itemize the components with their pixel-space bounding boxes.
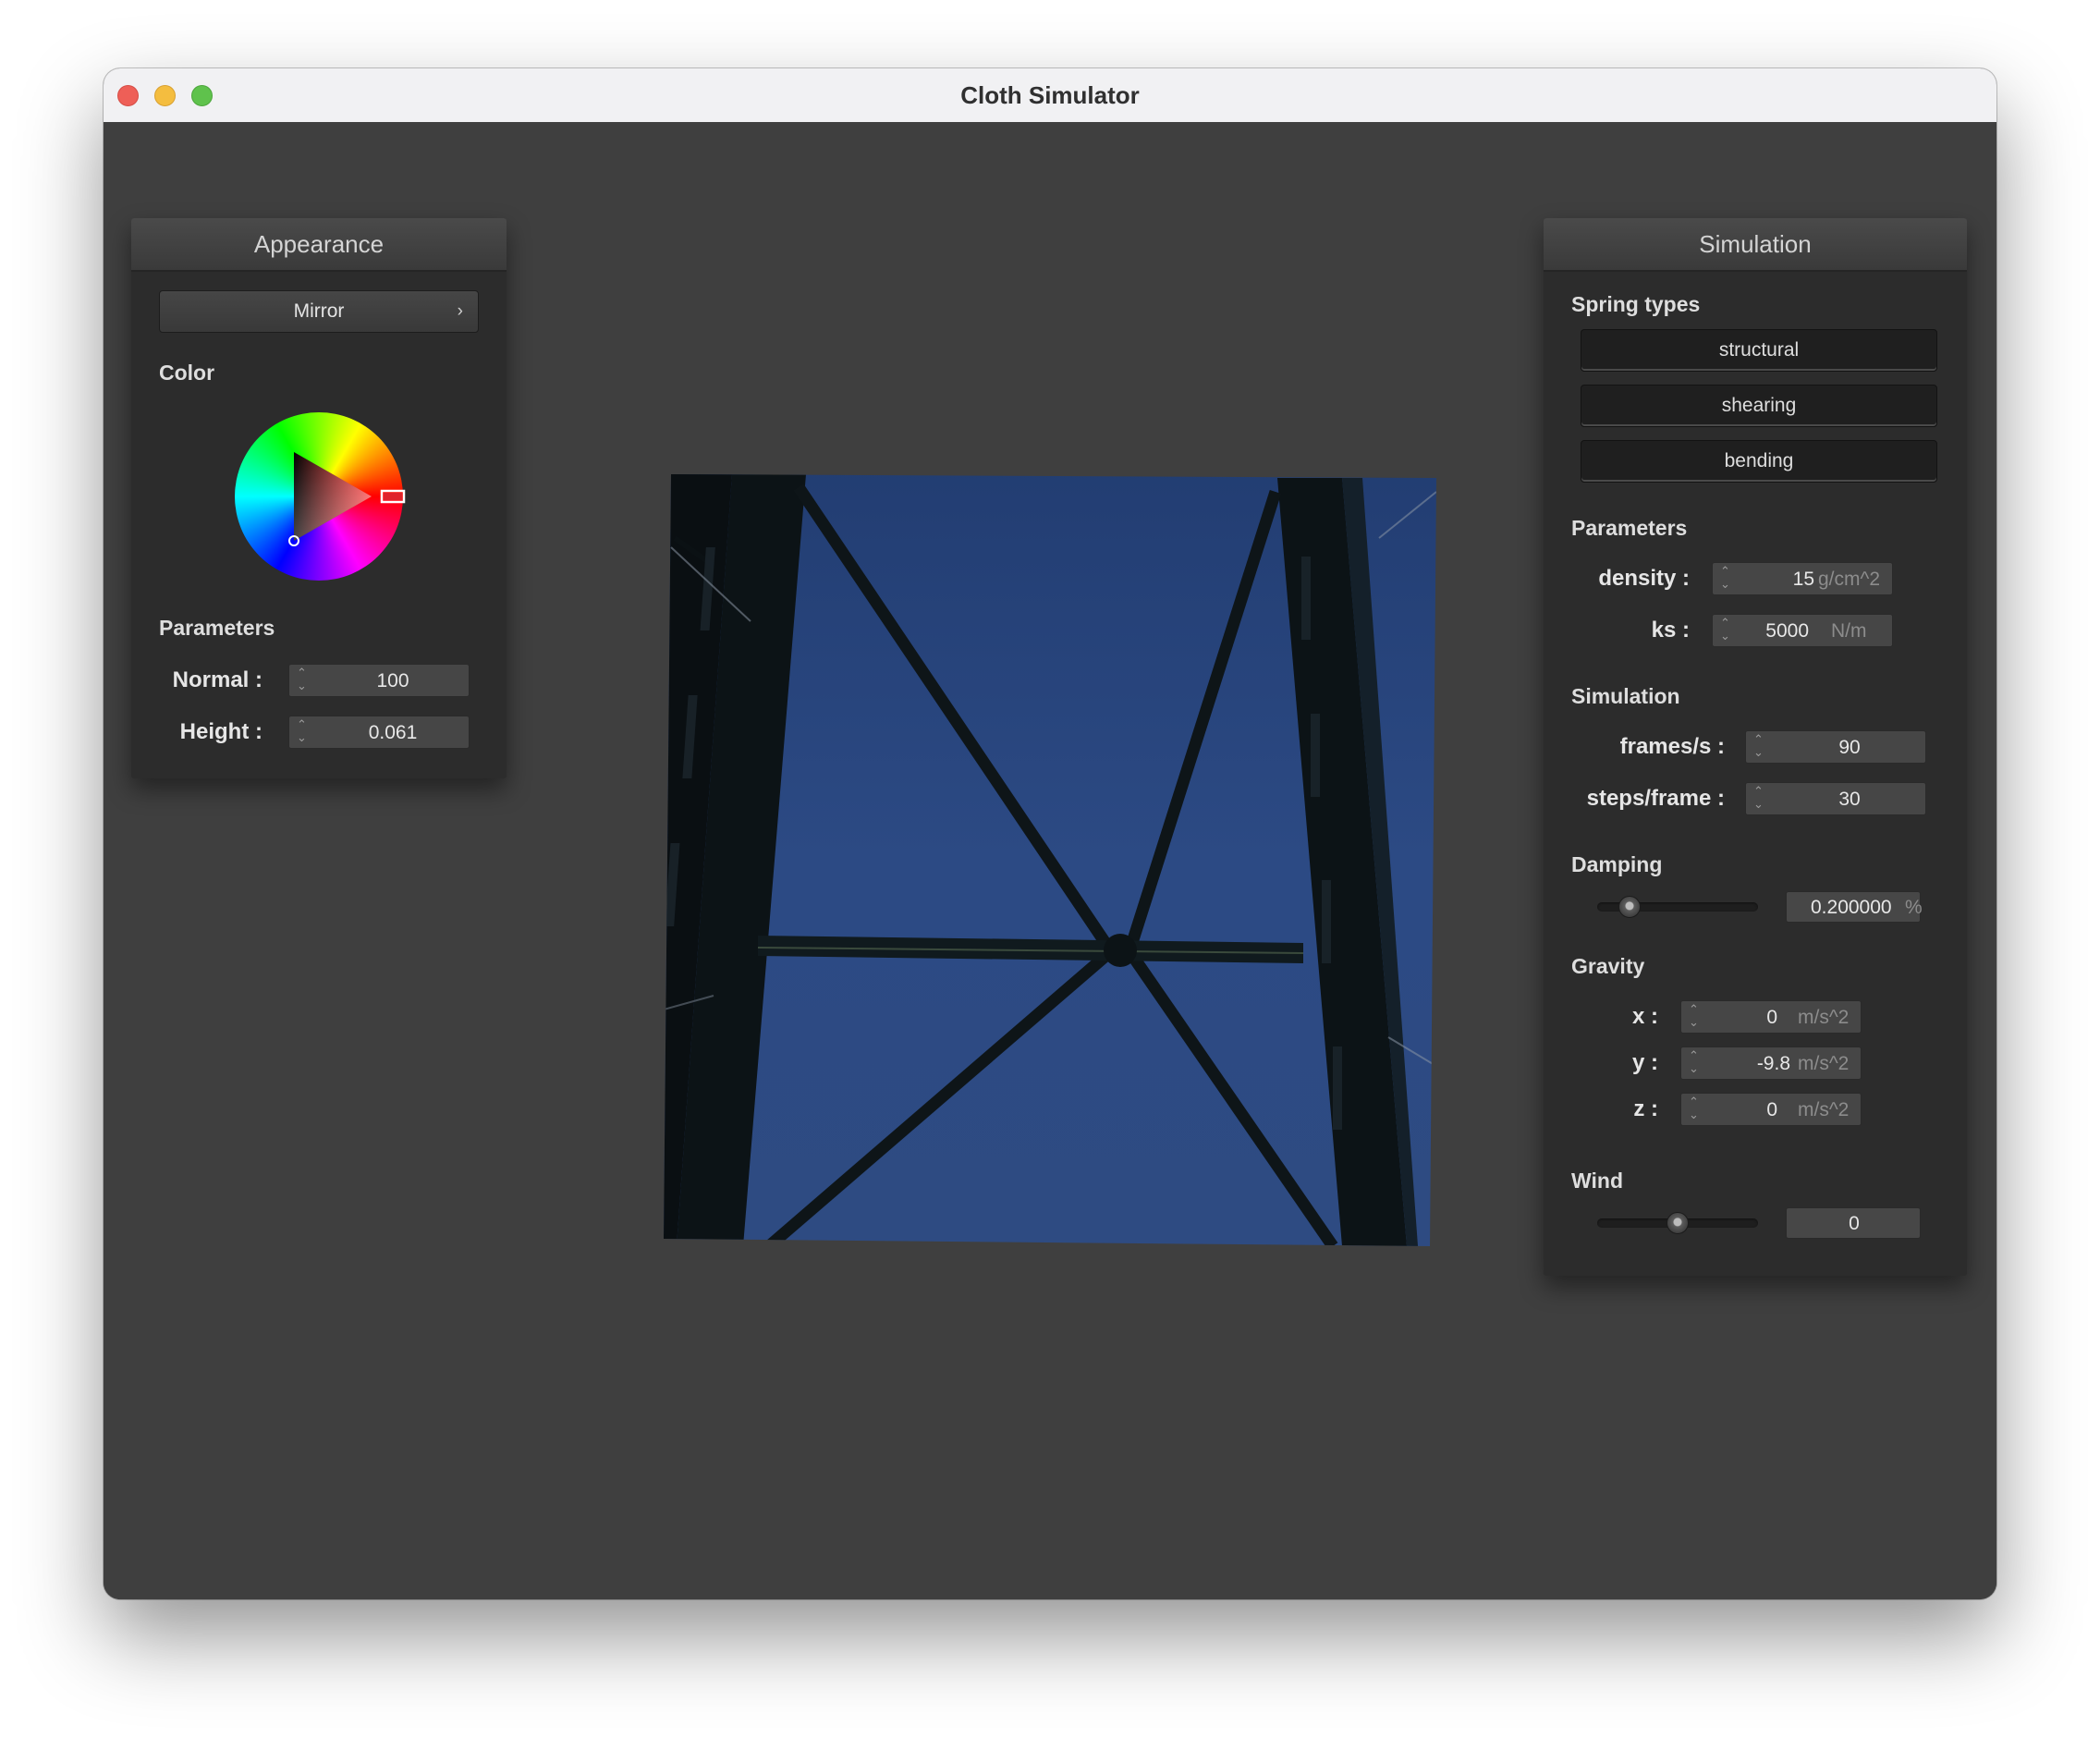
gravity-z-label: z : (1633, 1096, 1658, 1121)
stepper-icon[interactable]: ⌃ ⌄ (297, 718, 307, 744)
fps-field[interactable]: ⌃ ⌄ 90 (1745, 730, 1926, 764)
brace-hub (1104, 934, 1137, 967)
gravity-x-field[interactable]: ⌃ ⌄ 0 m/s^2 (1680, 1000, 1862, 1034)
damping-slider-knob[interactable] (1618, 896, 1641, 918)
color-wheel[interactable] (231, 409, 407, 584)
app-window: Cloth Simulator Appearance Mirror › Colo… (104, 68, 1996, 1599)
gravity-z-field[interactable]: ⌃ ⌄ 0 m/s^2 (1680, 1093, 1862, 1126)
sim-parameters-label: Parameters (1571, 516, 1688, 540)
appearance-parameters-label: Parameters (159, 616, 275, 640)
gravity-y-field[interactable]: ⌃ ⌄ -9.8 m/s^2 (1680, 1046, 1862, 1080)
shader-popup-button[interactable]: Mirror › (159, 290, 479, 333)
structural-toggle[interactable]: structural (1581, 329, 1937, 372)
stepper-icon[interactable]: ⌃ ⌄ (1753, 733, 1764, 759)
shearing-toggle[interactable]: shearing (1581, 385, 1937, 427)
stepper-icon[interactable]: ⌃ ⌄ (1720, 565, 1730, 591)
fps-label: frames/s : (1619, 734, 1725, 759)
simulation-section-label: Simulation (1571, 684, 1680, 708)
damping-value-field[interactable]: 0.200000 % (1786, 891, 1923, 923)
appearance-panel: Appearance Mirror › Color Parameters Nor… (131, 218, 507, 778)
ks-label: ks : (1651, 618, 1690, 643)
title-bar: Cloth Simulator (104, 68, 1996, 123)
ks-field[interactable]: ⌃ ⌄ 5000 N/m (1712, 614, 1893, 647)
density-field[interactable]: ⌃ ⌄ 15 g/cm^2 (1712, 562, 1893, 595)
density-label: density : (1598, 566, 1690, 591)
steps-field[interactable]: ⌃ ⌄ 30 (1745, 782, 1926, 815)
normal-label: Normal : (172, 667, 262, 692)
gravity-label: Gravity (1571, 954, 1645, 978)
shader-popup-label: Mirror (293, 300, 345, 322)
steps-label: steps/frame : (1586, 786, 1725, 811)
appearance-panel-header[interactable]: Appearance (131, 218, 507, 272)
simulation-panel-header[interactable]: Simulation (1544, 218, 1967, 272)
stepper-icon[interactable]: ⌃ ⌄ (1753, 785, 1764, 811)
render-viewport[interactable]: Appearance Mirror › Color Parameters Nor… (104, 122, 1996, 1599)
wind-slider-knob[interactable] (1667, 1212, 1689, 1234)
simulation-panel: Simulation Spring types structural shear… (1544, 218, 1967, 1276)
wind-label: Wind (1571, 1169, 1623, 1193)
chevron-right-icon: › (457, 301, 463, 321)
stepper-icon[interactable]: ⌃ ⌄ (1689, 1049, 1699, 1075)
stepper-icon[interactable]: ⌃ ⌄ (1689, 1003, 1699, 1029)
stepper-icon[interactable]: ⌃ ⌄ (1689, 1095, 1699, 1121)
height-label: Height : (179, 719, 262, 744)
window-title: Cloth Simulator (960, 81, 1140, 109)
normal-field[interactable]: ⌃ ⌄ 100 (288, 664, 470, 697)
spring-types-label: Spring types (1571, 292, 1701, 316)
damping-label: Damping (1571, 852, 1663, 876)
color-section-label: Color (159, 361, 215, 385)
stepper-icon[interactable]: ⌃ ⌄ (1720, 617, 1730, 643)
bending-toggle[interactable]: bending (1581, 440, 1937, 483)
stepper-icon[interactable]: ⌃ ⌄ (297, 667, 307, 692)
gravity-x-label: x : (1631, 1004, 1658, 1029)
gravity-y-label: y : (1631, 1050, 1658, 1075)
height-field[interactable]: ⌃ ⌄ 0.061 (288, 716, 470, 749)
wind-value-field[interactable]: 0 (1786, 1207, 1921, 1239)
